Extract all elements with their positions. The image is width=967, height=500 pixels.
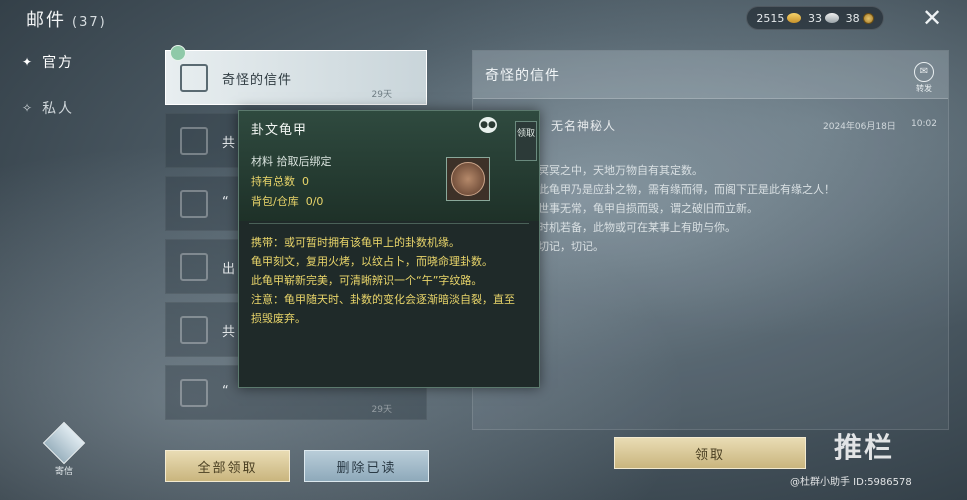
mail-body-line: 世事无常，龟甲自损而毁，谓之破旧而立新。 [538,202,758,215]
mail-body-line: 切记，切记。 [538,240,604,253]
page-title-text: 邮件 [26,10,66,31]
item-slot [446,157,490,201]
watermark-logo-text: 推栏 [834,431,895,464]
copper-value: 38 [845,11,860,25]
header: 邮件 (37) 2515 33 38 ✕ [0,0,967,40]
forward-icon: ✉ [914,62,934,82]
item-tooltip: 卦文龟甲 ●● 领取 材料 拾取后绑定 持有总数 0 背包/仓库 0/0 携带：… [238,110,540,388]
letter-icon [180,190,208,218]
list-item[interactable]: 奇怪的信件 29天 [165,45,427,105]
gold-value: 2515 [756,11,785,25]
currency-bar: 2515 33 38 [746,6,884,30]
mail-subject: 共 [222,325,237,340]
silver-value: 33 [807,11,822,25]
mail-body-line: 冥冥之中，天地万物自有其定数。 [538,164,703,177]
letter-diamond-icon [42,421,86,465]
owned-value: 0 [302,175,309,188]
tooltip-divider [249,223,529,224]
mail-detail-panel: 奇怪的信件 ✉ 转发 无名神秘人 2024年06月18日 10:02 冥冥之中，… [472,50,949,430]
page-title: 邮件 (37) [26,6,107,32]
mail-subject: 出 [222,262,237,277]
desc-line: 注意：龟甲随天时、卦数的变化会逐渐暗淡自裂，直至损毁废弃。 [251,293,515,325]
desc-line: 此龟甲崭新完美，可清晰辨识一个“午”字纹路。 [251,274,483,287]
delete-read-button[interactable]: 删除已读 [304,450,429,482]
mail-subject: “ [222,384,230,399]
letter-icon [180,64,208,92]
copper-coin-icon [862,12,874,24]
mail-days-left: 29天 [371,90,392,100]
currency-copper: 38 [846,12,874,25]
item-type-binding: 材料 拾取后绑定 [251,155,332,168]
mail-subject: 奇怪的信件 [222,73,293,88]
owned-label: 持有总数 [251,175,295,188]
letter-icon [180,127,208,155]
close-icon: ✕ [921,4,943,32]
send-letter-label: 寄信 [54,467,73,477]
bag-label: 背包/仓库 [251,195,299,208]
mail-time: 10:02 [911,119,937,129]
silver-ingot-icon [824,13,839,23]
unread-badge-icon [170,45,186,61]
item-owned-count: 持有总数 0 [251,173,309,189]
mail-date: 2024年06月18日 [823,122,896,132]
forward-label: 转发 [916,84,932,93]
tooltip-claim-tab[interactable]: 领取 [515,121,537,161]
mail-subject: 共 [222,136,237,151]
tab-official-label: 官方 [42,55,75,71]
tab-private[interactable]: ✧ 私人 [22,98,74,118]
turtle-shell-icon [451,162,485,196]
mail-body-line: 此龟甲乃是应卦之物，需有缘而得，而阁下正是此有缘之人！ [538,183,835,196]
close-button[interactable]: ✕ [918,6,946,30]
send-letter-button[interactable]: 寄信 [42,421,86,482]
mail-detail-header: 奇怪的信件 ✉ 转发 [473,51,948,99]
item-name: 卦文龟甲 [251,123,308,138]
tab-private-label: 私人 [42,101,75,117]
mail-sender: 无名神秘人 [551,119,617,133]
bag-value: 0/0 [305,195,324,208]
chat-share-icon[interactable]: ●● [479,117,497,133]
desc-line: 龟甲刻文，复用火烤，以纹占卜，而晓命理卦数。 [251,255,493,268]
diamond-bullet-icon: ✧ [22,101,35,115]
diamond-bullet-icon: ✦ [22,55,35,69]
watermark-credit: @杜群小助手 ID:5986578 [790,477,912,488]
mail-detail-title: 奇怪的信件 [485,68,560,84]
letter-icon [180,316,208,344]
desc-line: 携带：或可暂时拥有该龟甲上的卦数机缘。 [251,236,460,249]
currency-silver: 33 [808,12,839,25]
gold-ingot-icon [787,13,802,23]
letter-icon [180,379,208,407]
claim-button[interactable]: 领取 [614,437,806,469]
forward-button[interactable]: ✉ 转发 [912,62,936,93]
letter-icon [180,253,208,281]
mail-body-line: 时机若备，此物或可在某事上有助与你。 [538,221,736,234]
mail-body: 冥冥之中，天地万物自有其定数。 此龟甲乃是应卦之物，需有缘而得，而阁下正是此有缘… [538,161,835,256]
tab-official[interactable]: ✦ 官方 [22,52,74,72]
currency-gold: 2515 [756,11,802,25]
mail-count: (37) [72,15,107,30]
item-bag-storage: 背包/仓库 0/0 [251,193,323,209]
item-description: 携带：或可暂时拥有该龟甲上的卦数机缘。 龟甲刻文，复用火烤，以纹占卜，而晓命理卦… [251,233,523,328]
mail-subject: “ [222,195,230,210]
mail-days-left: 29天 [371,405,392,415]
claim-all-button[interactable]: 全部领取 [165,450,290,482]
